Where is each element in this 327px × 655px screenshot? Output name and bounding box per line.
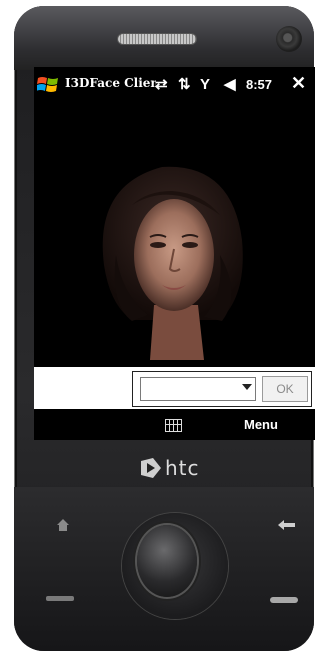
3d-face-model (102, 166, 243, 360)
title-bar: I3DFace Client ⇄ ⇅ Y ◀ 8:57 ✕ (34, 67, 315, 103)
volume-icon[interactable]: ◀ (224, 75, 236, 95)
brand-name: htc (165, 456, 200, 480)
ok-button[interactable]: OK (262, 376, 308, 402)
menu-softkey[interactable]: Menu (244, 417, 278, 432)
sync-icon[interactable]: ⇄ (155, 75, 168, 95)
app-title[interactable]: I3DFace Client (65, 76, 156, 90)
keyboard-icon[interactable] (165, 419, 182, 432)
softkey-bar: Menu (34, 409, 315, 440)
selection-combobox[interactable] (140, 377, 256, 401)
earpiece-speaker (118, 34, 196, 44)
clock[interactable]: 8:57 (246, 77, 272, 92)
3d-face-viewport[interactable] (34, 103, 315, 367)
close-button[interactable]: ✕ (291, 73, 306, 94)
end-call-icon[interactable] (270, 597, 298, 603)
control-strip: OK (34, 367, 315, 409)
chevron-down-icon[interactable] (242, 384, 252, 390)
call-icon[interactable] (46, 596, 74, 601)
back-arrow-icon[interactable] (276, 519, 296, 531)
data-arrows-icon[interactable]: ⇅ (178, 75, 191, 95)
device-screen: I3DFace Client ⇄ ⇅ Y ◀ 8:57 ✕ OK Menu (34, 67, 315, 440)
center-action-button[interactable] (137, 525, 197, 597)
windows-start-icon[interactable] (37, 75, 59, 95)
signal-icon[interactable]: Y (200, 75, 210, 95)
front-camera (276, 26, 302, 52)
home-icon[interactable] (56, 518, 70, 532)
